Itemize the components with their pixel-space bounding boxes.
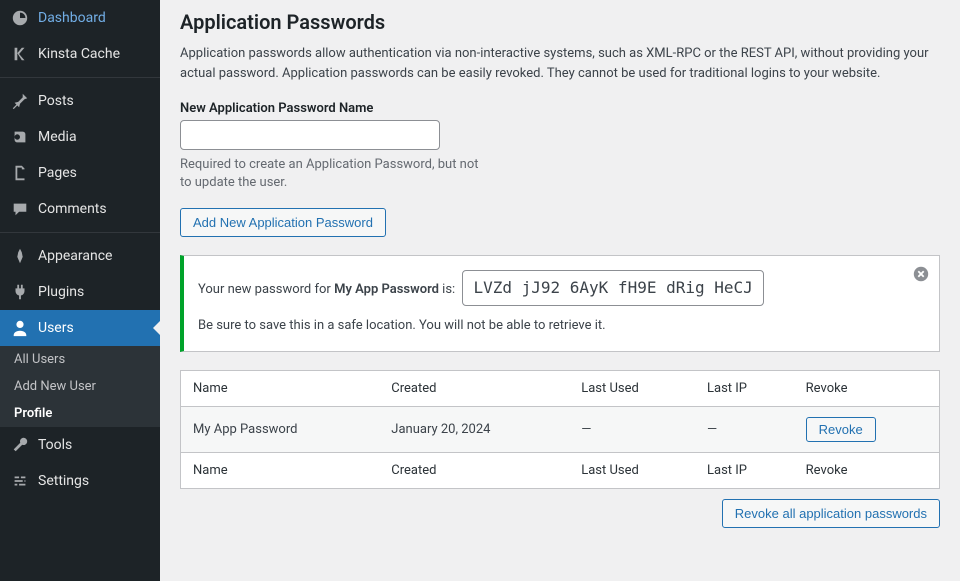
page-description: Application passwords allow authenticati… — [180, 44, 940, 83]
sidebar-item-kinsta-cache[interactable]: Kinsta Cache — [0, 36, 160, 72]
col-header-last-used[interactable]: Last Used — [569, 370, 695, 406]
sidebar-submenu-users: All Users Add New User Profile — [0, 346, 160, 427]
table-row: My App Password January 20, 2024 — — Rev… — [181, 406, 940, 452]
new-password-name-label: New Application Password Name — [180, 101, 940, 116]
main-content: Application Passwords Application passwo… — [160, 0, 960, 581]
application-passwords-table: Name Created Last Used Last IP Revoke My… — [180, 370, 940, 489]
sidebar-subitem-add-new-user[interactable]: Add New User — [0, 373, 160, 400]
sidebar-subitem-all-users[interactable]: All Users — [0, 346, 160, 373]
col-header-name[interactable]: Name — [181, 370, 380, 406]
settings-icon — [10, 471, 30, 491]
new-password-name-hint: Required to create an Application Passwo… — [180, 156, 480, 192]
sidebar-item-label: Dashboard — [38, 10, 106, 26]
revoke-all-button[interactable]: Revoke all application passwords — [722, 499, 940, 528]
notice-app-name: My App Password — [334, 282, 439, 297]
cell-last-used: — — [569, 406, 695, 452]
col-footer-name: Name — [181, 452, 380, 488]
sidebar-item-pages[interactable]: Pages — [0, 155, 160, 191]
col-footer-last-ip: Last IP — [695, 452, 794, 488]
sidebar-item-label: Plugins — [38, 284, 84, 300]
col-footer-created: Created — [379, 452, 569, 488]
sidebar-item-label: Pages — [38, 165, 77, 181]
sidebar-item-tools[interactable]: Tools — [0, 427, 160, 463]
sidebar-item-label: Appearance — [38, 248, 112, 264]
sidebar-item-posts[interactable]: Posts — [0, 83, 160, 119]
col-header-revoke: Revoke — [794, 370, 940, 406]
tools-icon — [10, 435, 30, 455]
sidebar-separator — [0, 77, 160, 78]
dismiss-notice-icon[interactable] — [911, 264, 931, 284]
sidebar-item-comments[interactable]: Comments — [0, 191, 160, 227]
sidebar-item-dashboard[interactable]: Dashboard — [0, 0, 160, 36]
sidebar-item-label: Media — [38, 129, 77, 145]
sidebar-item-media[interactable]: Media — [0, 119, 160, 155]
sidebar-item-users[interactable]: Users — [0, 310, 160, 346]
pin-icon — [10, 91, 30, 111]
table-actions: Revoke all application passwords — [180, 499, 940, 528]
cell-created: January 20, 2024 — [379, 406, 569, 452]
sidebar-item-label: Users — [38, 320, 74, 336]
sidebar-item-appearance[interactable]: Appearance — [0, 238, 160, 274]
new-password-notice: Your new password for My App Password is… — [180, 255, 940, 351]
pages-icon — [10, 163, 30, 183]
col-header-last-ip[interactable]: Last IP — [695, 370, 794, 406]
cell-revoke: Revoke — [794, 406, 940, 452]
users-icon — [10, 318, 30, 338]
comments-icon — [10, 199, 30, 219]
sidebar-item-plugins[interactable]: Plugins — [0, 274, 160, 310]
sidebar-item-label: Comments — [38, 201, 107, 217]
sidebar-item-label: Kinsta Cache — [38, 46, 120, 62]
media-icon — [10, 127, 30, 147]
cell-name: My App Password — [181, 406, 380, 452]
dashboard-icon — [10, 8, 30, 28]
appearance-icon — [10, 246, 30, 266]
notice-suffix: is: — [439, 282, 455, 297]
col-header-created[interactable]: Created — [379, 370, 569, 406]
sidebar-item-label: Tools — [38, 437, 72, 453]
notice-prefix: Your new password for — [198, 282, 334, 297]
col-footer-revoke: Revoke — [794, 452, 940, 488]
notice-reminder: Be sure to save this in a safe location.… — [198, 316, 899, 337]
sidebar-item-label: Settings — [38, 473, 89, 489]
sidebar-item-settings[interactable]: Settings — [0, 463, 160, 499]
col-footer-last-used: Last Used — [569, 452, 695, 488]
kinsta-icon — [10, 44, 30, 64]
new-password-name-input[interactable] — [180, 120, 440, 150]
generated-password-value[interactable]: LVZd jJ92 6AyK fH9E dRig HeCJ — [462, 270, 763, 306]
add-new-application-password-button[interactable]: Add New Application Password — [180, 208, 386, 237]
plugins-icon — [10, 282, 30, 302]
revoke-button[interactable]: Revoke — [806, 417, 876, 442]
sidebar-separator — [0, 232, 160, 233]
page-title: Application Passwords — [180, 10, 940, 34]
sidebar-subitem-profile[interactable]: Profile — [0, 400, 160, 427]
admin-sidebar: Dashboard Kinsta Cache Posts Media Pages… — [0, 0, 160, 581]
sidebar-item-label: Posts — [38, 93, 74, 109]
cell-last-ip: — — [695, 406, 794, 452]
